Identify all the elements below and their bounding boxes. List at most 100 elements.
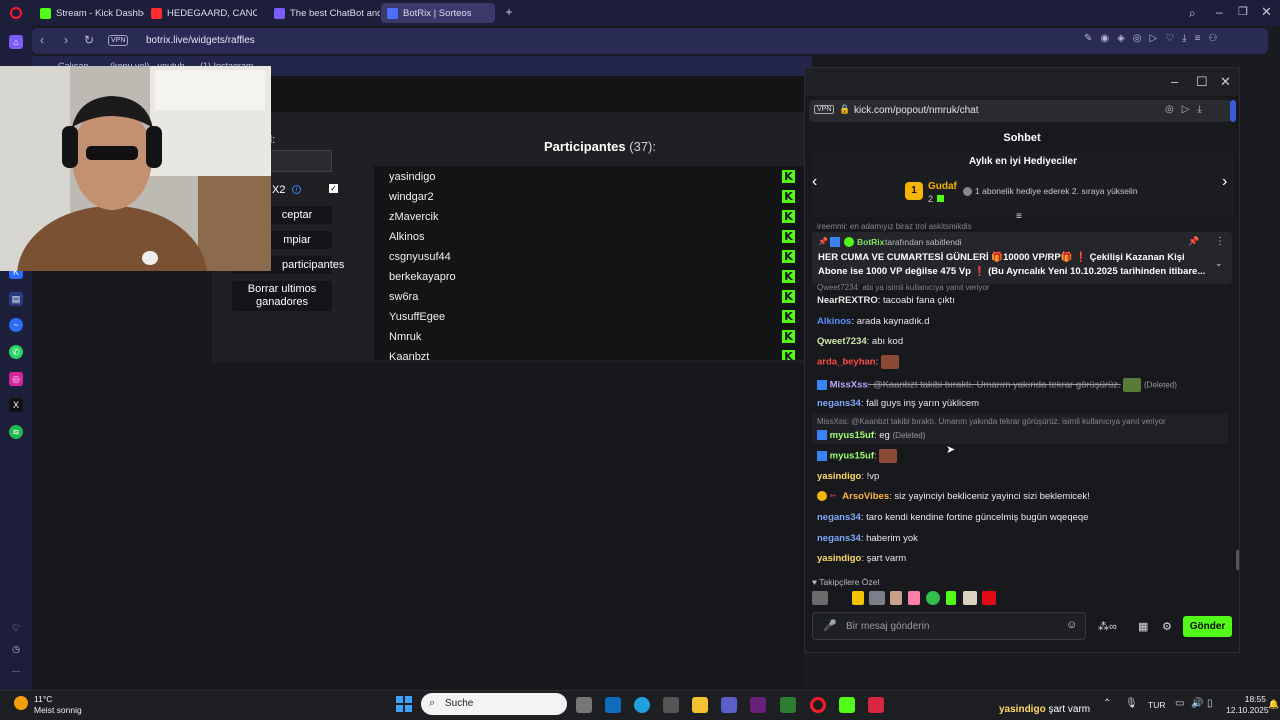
store-app-icon[interactable] xyxy=(663,697,679,713)
chat-username[interactable]: Qweet7234 xyxy=(817,336,867,347)
visual-studio-icon[interactable] xyxy=(750,697,766,713)
chat-scrollbar[interactable] xyxy=(1236,550,1239,570)
next-arrow-icon[interactable]: › xyxy=(1222,173,1227,191)
reload-icon[interactable]: ↻ xyxy=(84,33,94,47)
home-icon[interactable]: ⌂ xyxy=(9,35,23,49)
app-icon[interactable] xyxy=(868,697,884,713)
x2-checkbox[interactable]: ✓ xyxy=(329,184,338,193)
opera-menu-icon[interactable] xyxy=(10,7,22,19)
chat-username[interactable]: negans34 xyxy=(817,512,861,523)
tab-botrix-sorteos[interactable]: BotRix | Sorteos xyxy=(381,3,495,23)
chat-username[interactable]: myus15uf xyxy=(830,430,874,441)
emote-icon[interactable] xyxy=(869,591,885,605)
chat-username[interactable]: ArsoVibes xyxy=(842,491,889,502)
file-explorer-icon[interactable] xyxy=(692,697,708,713)
close-window-icon[interactable]: ✕ xyxy=(1261,4,1272,20)
heart-icon[interactable]: ♡ xyxy=(9,621,23,635)
restore-icon[interactable]: ❐ xyxy=(1238,5,1248,18)
messenger-icon[interactable]: ~ xyxy=(9,318,23,332)
taskbar-search[interactable]: ⌕ Suche xyxy=(421,693,567,715)
emote-icon[interactable] xyxy=(926,591,940,605)
close-icon[interactable]: ✕ xyxy=(1220,74,1231,90)
whatsapp-icon[interactable]: ✆ xyxy=(9,345,23,359)
tab-chatbot[interactable]: The best ChatBot and Wi xyxy=(268,3,380,23)
notification-icon[interactable]: 🔔 xyxy=(1268,699,1279,710)
url-text[interactable]: botrix.live/widgets/raffles xyxy=(146,35,255,46)
emote-icon[interactable] xyxy=(812,591,828,605)
edge-icon[interactable] xyxy=(634,697,650,713)
gifter-name[interactable]: Gudaf xyxy=(928,181,957,192)
emote-icon[interactable] xyxy=(890,591,902,605)
volume-icon[interactable]: 🔊 xyxy=(1191,698,1203,709)
delete-winners-button[interactable]: Borrar ultimos ganadores xyxy=(232,281,332,311)
history-icon[interactable]: ◷ xyxy=(9,642,23,656)
chat-username[interactable]: arda_beyhan xyxy=(817,357,876,368)
mic-tray-icon[interactable]: 🎙 xyxy=(1125,698,1138,709)
chat-username[interactable]: myus15uf xyxy=(830,451,874,462)
chat-url-text[interactable]: kick.com/popout/nmruk/chat xyxy=(854,105,979,116)
vpn-badge[interactable]: VPN xyxy=(108,35,129,46)
teams-icon[interactable] xyxy=(721,697,737,713)
points-icon[interactable]: ⁂∞ xyxy=(1098,620,1117,633)
scrollbar-thumb[interactable] xyxy=(1230,100,1236,122)
kick-app-icon[interactable] xyxy=(839,697,855,713)
unpin-icon[interactable]: 📌 xyxy=(1188,236,1199,247)
chat-username[interactable]: yasindigo xyxy=(817,471,861,482)
kick-icon: K xyxy=(782,330,795,343)
battery-icon[interactable]: ▯ xyxy=(1207,698,1213,709)
pinned-by-user[interactable]: BotRix xyxy=(857,237,884,247)
maximize-icon[interactable]: ☐ xyxy=(1196,74,1208,90)
chevron-down-icon[interactable]: ⌄ xyxy=(1215,258,1223,269)
chat-username[interactable]: Alkinos xyxy=(817,316,851,327)
chat-message-input[interactable]: 🎤 Bir mesaj gönderin ☺ xyxy=(812,612,1086,640)
shopping-icon[interactable]: ▤ xyxy=(9,292,23,306)
more-icon[interactable]: ⋯ xyxy=(9,664,23,678)
store-icon[interactable]: ▦ xyxy=(1138,620,1148,633)
info-icon[interactable]: i xyxy=(292,185,301,194)
emoji-icon[interactable]: ☺ xyxy=(1066,619,1077,631)
prev-arrow-icon[interactable]: ‹ xyxy=(812,173,817,191)
new-tab-button[interactable]: + xyxy=(503,6,515,18)
tray-chevron-icon[interactable]: ⌃ xyxy=(1103,698,1111,709)
emote-icon[interactable] xyxy=(908,591,920,605)
spotify-icon[interactable]: ≋ xyxy=(9,425,23,439)
chat-username[interactable]: yasindigo xyxy=(817,553,861,564)
more-options-icon[interactable]: ⋮ xyxy=(1215,236,1225,247)
chat-username[interactable]: NearREXTRO xyxy=(817,295,878,306)
settings-gear-icon[interactable]: ⚙ xyxy=(1162,620,1172,633)
chat-username[interactable]: MissXss xyxy=(830,380,868,391)
page-tools-icons[interactable]: ◎▷⤓ xyxy=(1165,104,1210,115)
minimize-icon[interactable]: – xyxy=(1216,5,1223,19)
emote-icon[interactable] xyxy=(982,591,996,605)
app-icon[interactable] xyxy=(780,697,796,713)
search-tabs-icon[interactable]: ⌕ xyxy=(1189,6,1196,21)
vpn-badge[interactable]: VPN xyxy=(814,105,835,114)
address-bar[interactable]: ‹ › ↻ VPN botrix.live/widgets/raffles ✎◉… xyxy=(32,28,1268,54)
x-icon[interactable]: X xyxy=(9,398,23,412)
network-icon[interactable]: ▭ xyxy=(1175,698,1184,709)
send-button[interactable]: Gönder xyxy=(1183,616,1232,637)
back-icon[interactable]: ‹ xyxy=(40,33,44,47)
outlook-icon[interactable] xyxy=(605,697,621,713)
chat-address-bar[interactable]: VPN 🔒 kick.com/popout/nmruk/chat ◎▷⤓ xyxy=(809,100,1231,122)
windows-start-icon[interactable] xyxy=(396,696,412,712)
chat-username[interactable]: negans34 xyxy=(817,398,861,409)
filter-icon[interactable]: ≡ xyxy=(1016,211,1022,222)
minimize-icon[interactable]: – xyxy=(1171,74,1178,89)
list-item: yasindigo xyxy=(389,171,436,183)
emote-icon[interactable] xyxy=(963,591,977,605)
weather-widget[interactable]: 11°C Meist sonnig xyxy=(12,693,102,717)
tab-youtube[interactable]: HEDEGAARD, CANCUN?, I xyxy=(145,3,257,23)
clock[interactable]: 18:55 12.10.2025 xyxy=(1226,694,1269,716)
tab-kick-dashboard[interactable]: Stream - Kick Dashboard xyxy=(34,3,144,23)
mic-icon[interactable]: 🎤 xyxy=(823,619,837,632)
chat-username[interactable]: negans34 xyxy=(817,533,861,544)
toolbar-icons[interactable]: ✎◉◈◎▷♡⤓≡⚇ xyxy=(1084,33,1225,44)
instagram-icon[interactable]: ◎ xyxy=(9,372,23,386)
forward-icon[interactable]: › xyxy=(64,33,68,47)
task-view-icon[interactable] xyxy=(576,697,592,713)
language-indicator[interactable]: TUR xyxy=(1148,700,1165,710)
emote-icon[interactable] xyxy=(852,591,864,605)
emote-icon[interactable] xyxy=(946,591,956,605)
opera-icon[interactable] xyxy=(810,697,826,713)
